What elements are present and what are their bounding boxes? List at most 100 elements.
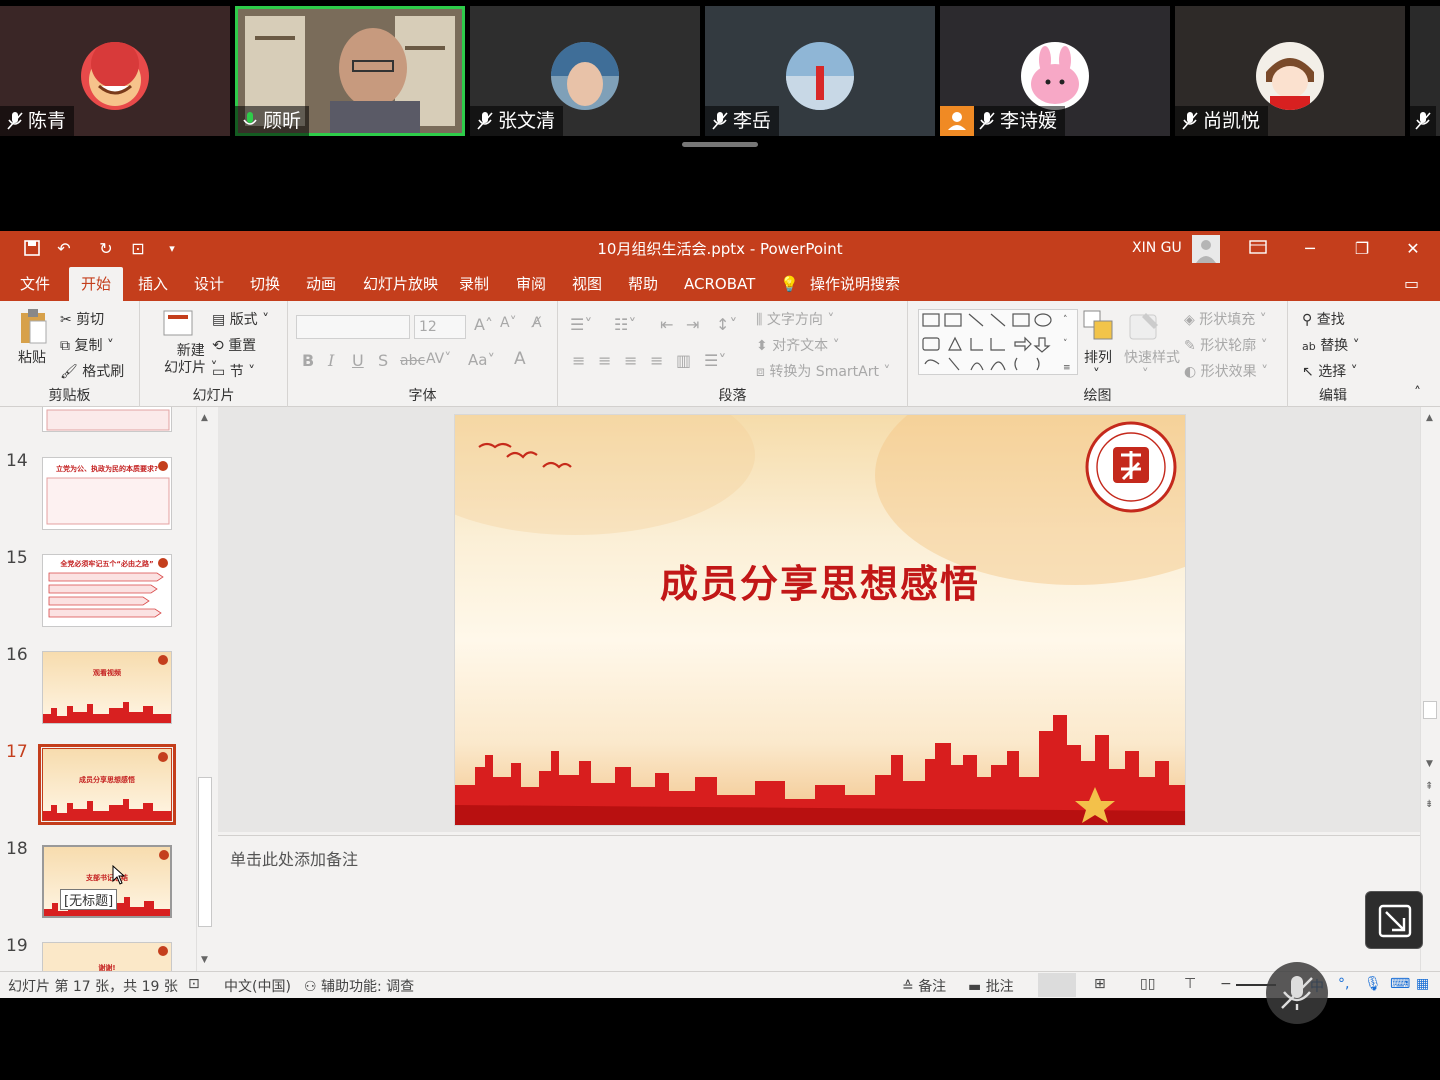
tab-insert[interactable]: 插入 xyxy=(138,267,168,301)
close-icon[interactable]: ✕ xyxy=(1403,239,1423,259)
shape-fill-button[interactable]: ◈ 形状填充 ˅ xyxy=(1184,309,1267,329)
quick-styles-icon[interactable] xyxy=(1128,309,1162,347)
format-painter-button[interactable]: 🖌 格式刷 xyxy=(60,361,124,381)
tab-transitions[interactable]: 切换 xyxy=(250,267,280,301)
columns-icon[interactable]: ▥ xyxy=(676,351,691,370)
slide-thumbnail[interactable] xyxy=(42,407,172,432)
text-direction-button[interactable]: ⫼ 文字方向 ˅ xyxy=(756,309,834,329)
new-slide-button[interactable]: 新建 幻灯片 ˅ xyxy=(164,343,217,377)
current-slide[interactable]: 成员分享思想感悟 xyxy=(455,415,1185,825)
copy-button[interactable]: ⧉ 复制 ˅ xyxy=(60,335,114,355)
slideshow-view-icon[interactable]: ⊤ xyxy=(1184,976,1196,992)
layout-button[interactable]: ▤ 版式 ˅ xyxy=(212,309,269,329)
paste-button[interactable]: 粘贴 xyxy=(18,347,46,367)
line-spacing-icon[interactable]: ↕˅ xyxy=(716,315,737,334)
scroll-thumb[interactable] xyxy=(1423,701,1437,719)
user-avatar[interactable] xyxy=(1192,235,1220,263)
participant-tile[interactable]: 张文清 xyxy=(470,6,700,136)
tab-slideshow[interactable]: 幻灯片放映 xyxy=(363,267,438,301)
tab-acrobat[interactable]: ACROBAT xyxy=(684,267,755,301)
align-center-icon[interactable]: ≡ xyxy=(598,351,611,370)
slide-thumbnail-current[interactable]: 成员分享思想感悟 xyxy=(38,744,176,825)
select-button[interactable]: ↖ 选择 ˅ xyxy=(1302,361,1358,381)
zoom-out-icon[interactable]: − xyxy=(1220,976,1232,992)
slide-thumbnail[interactable]: 谢谢! xyxy=(42,942,172,971)
previous-slide-icon[interactable]: ⇞ xyxy=(1425,781,1433,792)
shape-outline-button[interactable]: ✎ 形状轮廓 ˅ xyxy=(1184,335,1268,355)
slide-thumbnail[interactable]: 全党必须牢记五个“必由之路” xyxy=(42,554,172,627)
scroll-thumb[interactable] xyxy=(198,777,212,927)
slide-thumbnail[interactable]: 立党为公、执政为民的本质要求? xyxy=(42,457,172,530)
clear-format-icon[interactable]: A̸ xyxy=(532,315,542,331)
font-name-box[interactable] xyxy=(296,315,410,339)
participant-tile[interactable]: 李岳 xyxy=(705,6,935,136)
slide-thumbnail[interactable]: 观看视频 xyxy=(42,651,172,724)
participant-tile[interactable]: 顾昕 xyxy=(235,6,465,136)
tab-animations[interactable]: 动画 xyxy=(306,267,336,301)
tab-home[interactable]: 开始 xyxy=(69,267,124,301)
keyboard-icon[interactable]: ⌨ xyxy=(1390,976,1410,992)
tab-design[interactable]: 设计 xyxy=(194,267,224,301)
exit-fullscreen-button[interactable] xyxy=(1365,891,1423,949)
find-button[interactable]: ⚲ 查找 xyxy=(1302,309,1345,329)
scroll-up-icon[interactable]: ▲ xyxy=(201,413,208,423)
quick-styles-button[interactable]: 快速样式 ˅ xyxy=(1124,347,1180,383)
tab-help[interactable]: 帮助 xyxy=(628,267,658,301)
notes-placeholder[interactable]: 单击此处添加备注 xyxy=(230,846,358,870)
shapes-gallery[interactable]: ˄ ˅ ≡ xyxy=(918,309,1078,375)
align-left-icon[interactable]: ≡ xyxy=(572,351,585,370)
arrange-icon[interactable] xyxy=(1082,309,1116,347)
notes-pane[interactable]: 单击此处添加备注 xyxy=(218,835,1420,971)
next-slide-icon[interactable]: ⇟ xyxy=(1425,799,1433,810)
slide-thumbnail[interactable]: 支部书记总结 [无标题] xyxy=(42,845,172,918)
increase-font-icon[interactable]: A˄ xyxy=(474,315,493,334)
comments-button[interactable]: ▬ 批注 xyxy=(968,976,1014,996)
spell-check-icon[interactable]: ⊡ xyxy=(188,976,200,992)
drag-handle[interactable] xyxy=(682,142,758,147)
underline-icon[interactable]: U xyxy=(352,351,364,370)
bold-icon[interactable]: B xyxy=(302,351,314,370)
numbering-icon[interactable]: ☷˅ xyxy=(614,315,636,334)
toolbox-icon[interactable]: ▦ xyxy=(1416,976,1429,992)
normal-view-icon[interactable] xyxy=(1038,973,1076,997)
participant-tile[interactable] xyxy=(1410,6,1440,136)
scroll-up-icon[interactable]: ▲ xyxy=(1426,413,1433,423)
change-case-button[interactable]: Aa˅ xyxy=(468,351,495,369)
collapse-ribbon-icon[interactable]: ˄ xyxy=(1414,385,1421,401)
tab-file[interactable]: 文件 xyxy=(20,267,50,301)
language-indicator[interactable]: 中文(中国) xyxy=(224,976,291,996)
restore-icon[interactable]: ❐ xyxy=(1352,239,1372,259)
slide-title[interactable]: 成员分享思想感悟 xyxy=(455,553,1185,608)
scroll-down-icon[interactable]: ▼ xyxy=(1426,759,1433,769)
replace-button[interactable]: ab 替换 ˅ xyxy=(1302,335,1360,355)
align-text-button[interactable]: ⬍ 对齐文本 ˅ xyxy=(756,335,840,355)
accessibility-button[interactable]: ⚇ 辅助功能: 调查 xyxy=(304,976,414,996)
shape-effects-button[interactable]: ◐ 形状效果 ˅ xyxy=(1184,361,1268,381)
paragraph-more-icon[interactable]: ☰˅ xyxy=(704,351,726,370)
reset-button[interactable]: ⟲ 重置 xyxy=(212,335,256,355)
bullets-icon[interactable]: ☰˅ xyxy=(570,315,592,334)
participant-tile[interactable]: 尚凯悦 xyxy=(1175,6,1405,136)
scroll-down-icon[interactable]: ▼ xyxy=(201,955,208,965)
font-size-box[interactable]: 12 xyxy=(414,315,466,339)
thumbnails-scrollbar[interactable]: ▲ ▼ xyxy=(196,407,214,971)
section-button[interactable]: ▭ 节 ˅ xyxy=(212,361,255,381)
arrange-button[interactable]: 排列 ˅ xyxy=(1084,347,1112,383)
tab-record[interactable]: 录制 xyxy=(459,267,489,301)
cut-button[interactable]: ✂ 剪切 xyxy=(60,309,104,329)
comments-icon[interactable]: ▭ xyxy=(1404,267,1419,301)
floating-mic-button[interactable] xyxy=(1266,962,1328,1024)
slide-scrollbar[interactable]: ▲ ▼ ⇞ ⇟ xyxy=(1420,407,1440,971)
participant-tile[interactable]: 李诗媛 xyxy=(940,6,1170,136)
minimize-icon[interactable]: ─ xyxy=(1300,239,1320,259)
strikethrough-icon[interactable]: abc xyxy=(400,353,425,369)
font-color-icon[interactable]: A xyxy=(514,349,526,369)
slide-sorter-icon[interactable]: ⊞ xyxy=(1094,976,1106,992)
decrease-indent-icon[interactable]: ⇤ xyxy=(660,315,673,334)
italic-icon[interactable]: I xyxy=(328,351,334,370)
participant-tile[interactable]: 陈青 xyxy=(0,6,230,136)
new-slide-icon[interactable] xyxy=(162,307,194,345)
ribbon-display-icon[interactable] xyxy=(1248,239,1268,259)
paste-icon[interactable] xyxy=(18,307,48,349)
tab-review[interactable]: 审阅 xyxy=(516,267,546,301)
